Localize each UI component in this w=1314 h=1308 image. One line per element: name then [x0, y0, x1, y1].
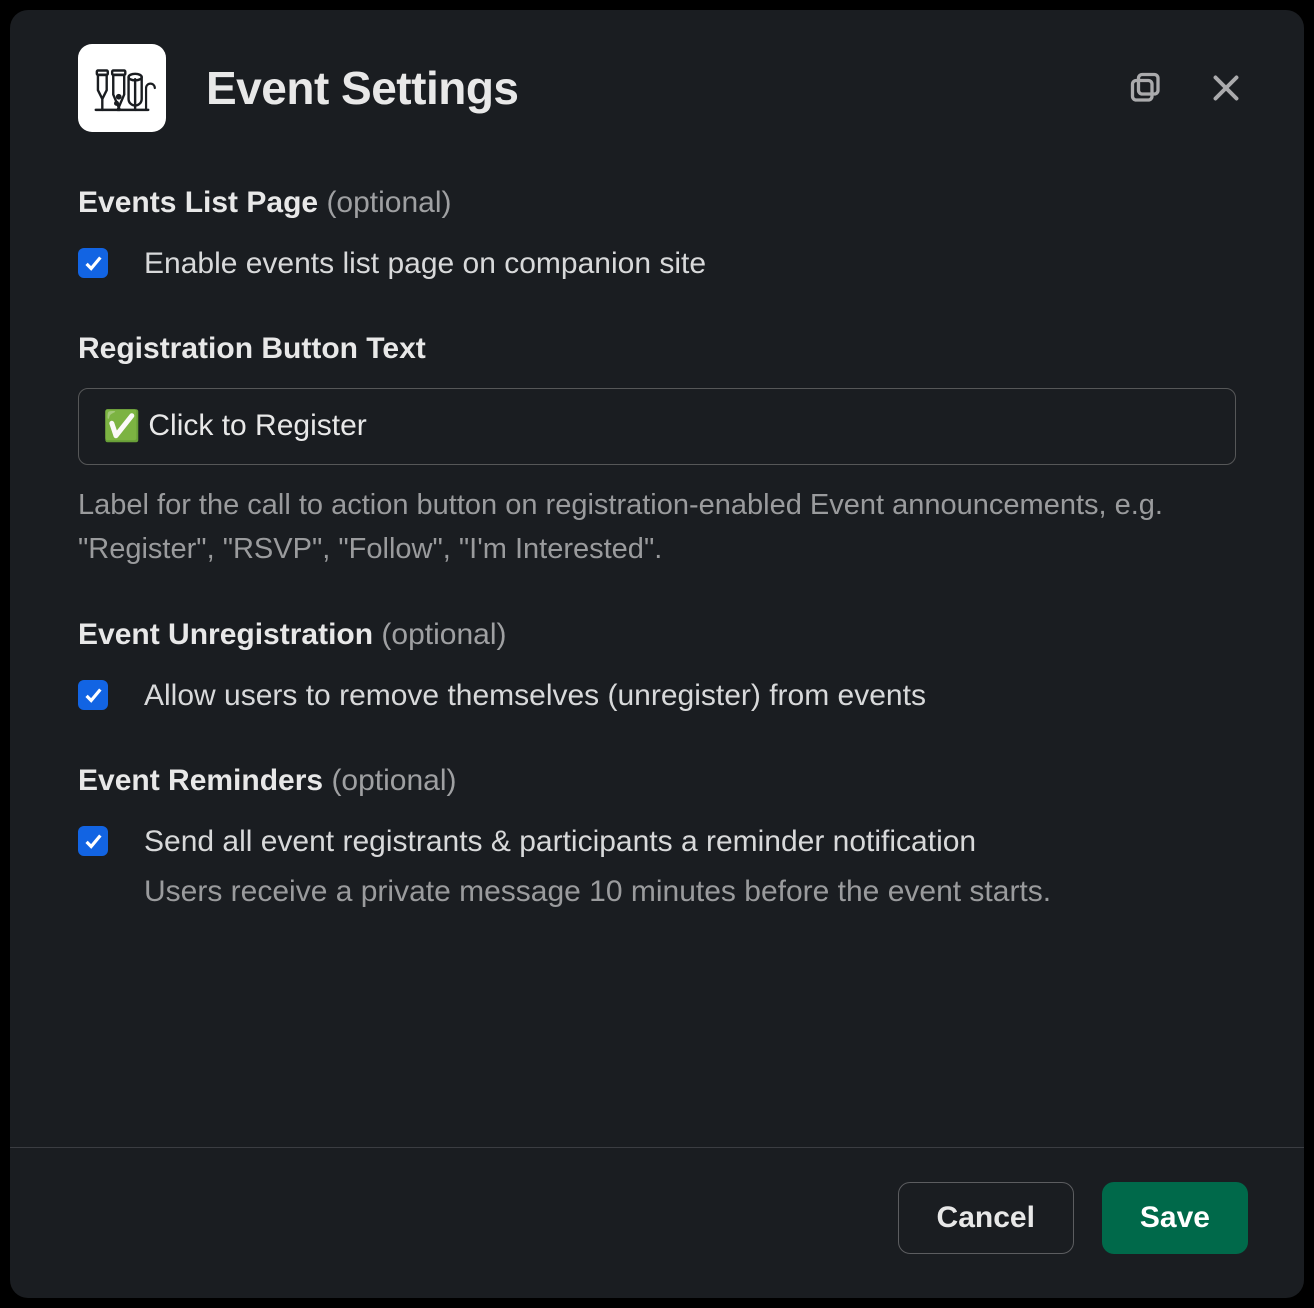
open-new-window-button[interactable]	[1124, 66, 1168, 110]
check-emoji-icon: ✅	[103, 409, 140, 444]
close-icon	[1208, 70, 1244, 106]
checkbox-label[interactable]: Allow users to remove themselves (unregi…	[144, 674, 926, 718]
modal-body: Events List Page (optional) Enable event…	[10, 156, 1304, 1147]
optional-tag: (optional)	[331, 764, 456, 797]
check-icon	[82, 684, 104, 706]
modal-footer: Cancel Save	[10, 1147, 1304, 1298]
allow-unregister-checkbox[interactable]	[78, 680, 108, 710]
checkbox-row: Enable events list page on companion sit…	[78, 242, 1236, 286]
section-title: Events List Page (optional)	[78, 186, 1236, 220]
field-help-text: Label for the call to action button on r…	[78, 483, 1236, 573]
section-registration-button-text: Registration Button Text ✅ Click to Regi…	[78, 332, 1236, 573]
section-title: Event Unregistration (optional)	[78, 618, 1236, 652]
app-icon	[78, 44, 166, 132]
send-reminder-checkbox[interactable]	[78, 826, 108, 856]
checkbox-label[interactable]: Enable events list page on companion sit…	[144, 242, 706, 286]
modal-title: Event Settings	[206, 61, 1124, 115]
save-button[interactable]: Save	[1102, 1182, 1248, 1254]
header-actions	[1124, 66, 1248, 110]
section-events-list-page: Events List Page (optional) Enable event…	[78, 186, 1236, 286]
event-settings-modal: Event Settings Events List Page (optiona…	[10, 10, 1304, 1298]
cancel-button[interactable]: Cancel	[898, 1182, 1074, 1254]
section-title-text: Event Reminders	[78, 764, 323, 797]
input-value: Click to Register	[148, 409, 366, 443]
close-button[interactable]	[1204, 66, 1248, 110]
section-title: Registration Button Text	[78, 332, 1236, 366]
checkbox-label[interactable]: Send all event registrants & participant…	[144, 820, 1051, 864]
lab-icon	[87, 53, 157, 123]
optional-tag: (optional)	[381, 618, 506, 651]
open-new-window-icon	[1128, 70, 1164, 106]
section-title-text: Registration Button Text	[78, 332, 426, 365]
section-event-reminders: Event Reminders (optional) Send all even…	[78, 764, 1236, 915]
section-title: Event Reminders (optional)	[78, 764, 1236, 798]
checkbox-row: Allow users to remove themselves (unregi…	[78, 674, 1236, 718]
checkbox-row: Send all event registrants & participant…	[78, 820, 1236, 915]
section-title-text: Events List Page	[78, 186, 318, 219]
optional-tag: (optional)	[326, 186, 451, 219]
enable-events-list-checkbox[interactable]	[78, 248, 108, 278]
section-event-unregistration: Event Unregistration (optional) Allow us…	[78, 618, 1236, 718]
registration-button-text-input[interactable]: ✅ Click to Register	[78, 388, 1236, 465]
checkbox-subtext: Users receive a private message 10 minut…	[144, 869, 1051, 914]
check-icon	[82, 252, 104, 274]
checkbox-text-block: Send all event registrants & participant…	[144, 820, 1051, 915]
check-icon	[82, 830, 104, 852]
modal-header: Event Settings	[10, 10, 1304, 156]
section-title-text: Event Unregistration	[78, 618, 373, 651]
